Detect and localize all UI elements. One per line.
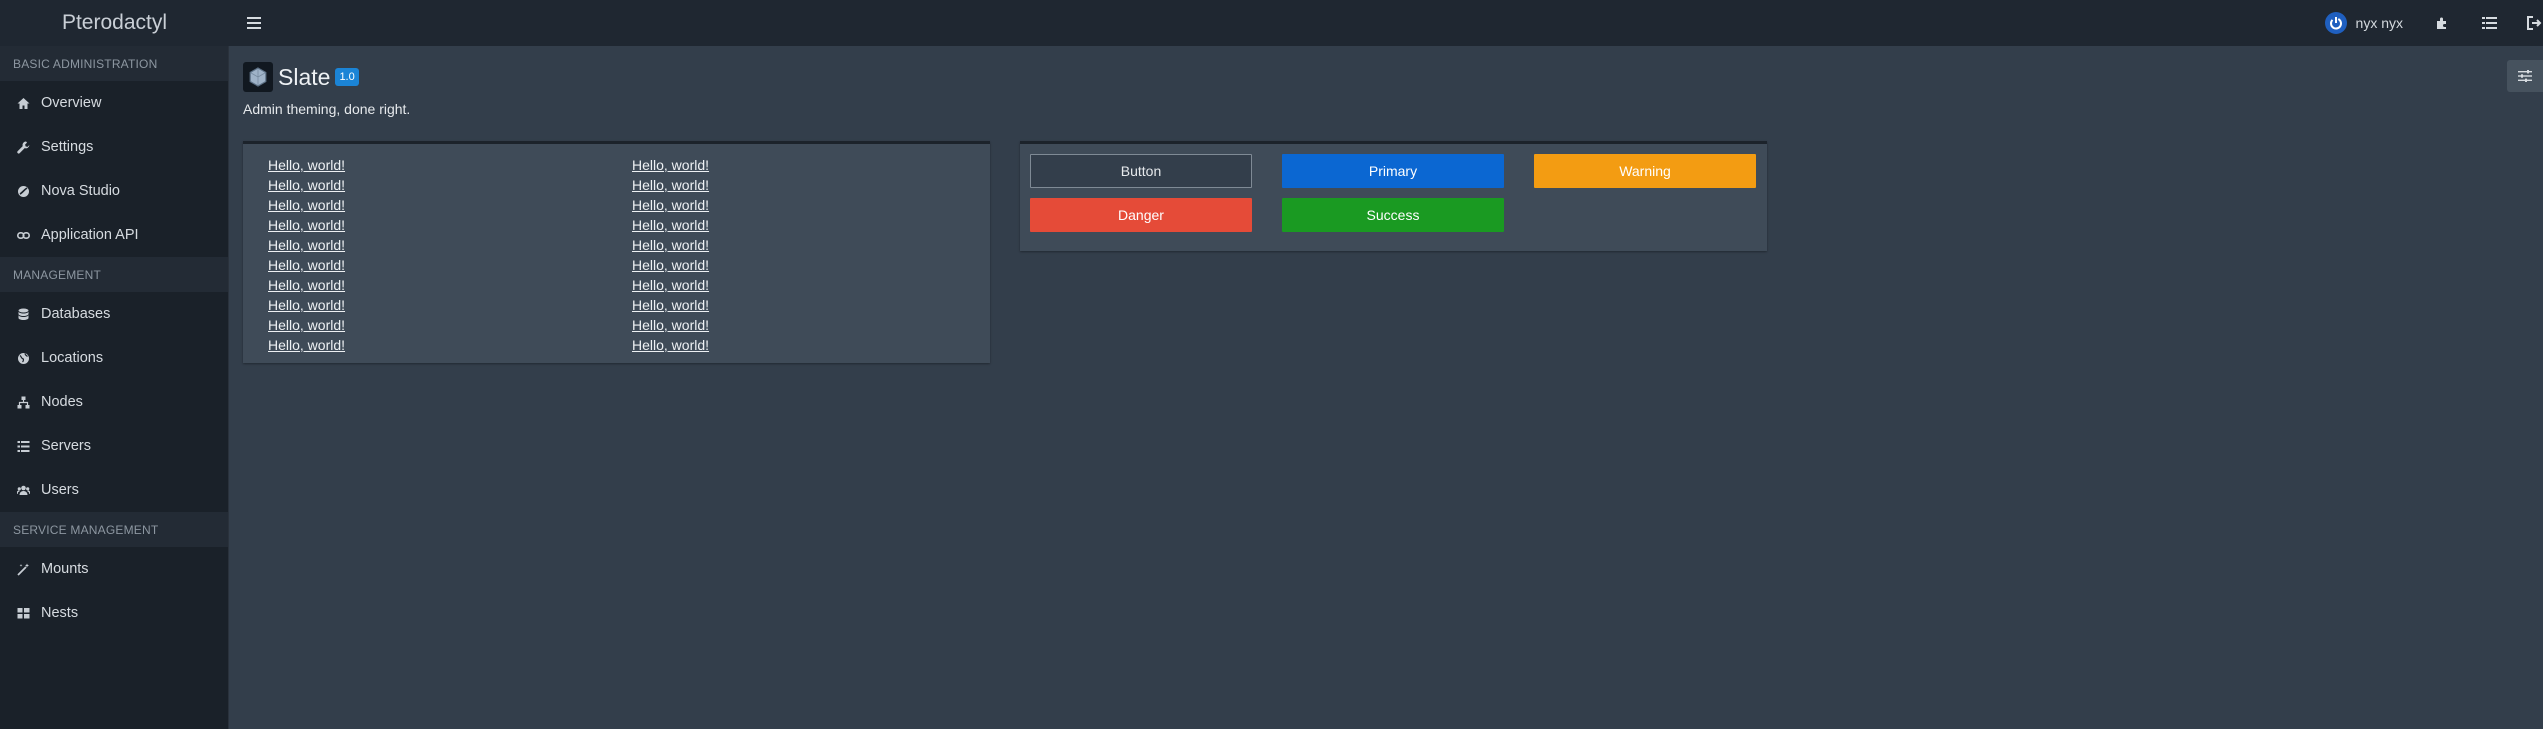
- theme-settings-button[interactable]: [2507, 60, 2543, 92]
- hello-link[interactable]: Hello, world!: [268, 315, 345, 335]
- hello-link[interactable]: Hello, world!: [632, 155, 709, 175]
- sidebar-item-label: Settings: [41, 139, 94, 155]
- sitemap-icon: [16, 395, 31, 410]
- power-icon: [2324, 12, 2347, 34]
- links-column-1: Hello, world! Hello, world! Hello, world…: [268, 155, 345, 355]
- hello-link[interactable]: Hello, world!: [268, 175, 345, 195]
- hello-link[interactable]: Hello, world!: [632, 275, 709, 295]
- grid-icon: [16, 606, 31, 621]
- users-icon: [16, 483, 31, 498]
- hexagon-icon: [243, 62, 273, 92]
- user-name: nyx nyx: [2355, 15, 2403, 31]
- page-title: Slate: [278, 63, 331, 90]
- globe-icon: [16, 351, 31, 366]
- sidebar-item-mounts[interactable]: Mounts: [0, 547, 228, 591]
- sidebar: BASIC ADMINISTRATION Overview Settings N…: [0, 46, 229, 729]
- sidebar-item-users[interactable]: Users: [0, 468, 228, 512]
- sidebar-item-label: Servers: [41, 438, 91, 454]
- hello-link[interactable]: Hello, world!: [632, 175, 709, 195]
- buttons-panel: Button Primary Warning Danger Success: [1020, 141, 1767, 251]
- menu-icon[interactable]: [243, 12, 265, 34]
- sidebar-item-label: Nodes: [41, 394, 83, 410]
- hello-link[interactable]: Hello, world!: [268, 275, 345, 295]
- sidebar-item-locations[interactable]: Locations: [0, 336, 228, 380]
- database-icon: [16, 307, 31, 322]
- sidebar-item-settings[interactable]: Settings: [0, 125, 228, 169]
- hello-link[interactable]: Hello, world!: [268, 255, 345, 275]
- page-subtitle: Admin theming, done right.: [243, 101, 411, 117]
- sidebar-item-nodes[interactable]: Nodes: [0, 380, 228, 424]
- hello-link[interactable]: Hello, world!: [268, 195, 345, 215]
- sidebar-item-label: Overview: [41, 95, 102, 111]
- sidebar-item-label: Locations: [41, 350, 104, 366]
- sidebar-item-label: Databases: [41, 306, 111, 322]
- sidebar-item-databases[interactable]: Databases: [0, 292, 228, 336]
- sidebar-item-nests[interactable]: Nests: [0, 591, 228, 635]
- hello-link[interactable]: Hello, world!: [268, 235, 345, 255]
- links-panel: Hello, world! Hello, world! Hello, world…: [243, 141, 990, 363]
- sidebar-item-label: Users: [41, 482, 79, 498]
- page-header: Slate 1.0: [243, 62, 359, 92]
- success-button[interactable]: Success: [1282, 198, 1504, 232]
- warning-button[interactable]: Warning: [1534, 154, 1756, 188]
- sliders-icon: [2518, 70, 2532, 82]
- section-header-management: MANAGEMENT: [0, 257, 228, 292]
- brush-icon: [16, 184, 31, 199]
- sidebar-item-label: Nests: [41, 605, 79, 621]
- links-column-2: Hello, world! Hello, world! Hello, world…: [632, 155, 709, 355]
- primary-button[interactable]: Primary: [1282, 154, 1504, 188]
- sidebar-item-label: Application API: [41, 227, 139, 243]
- hello-link[interactable]: Hello, world!: [268, 155, 345, 175]
- user-menu[interactable]: nyx nyx: [2324, 12, 2403, 34]
- hello-link[interactable]: Hello, world!: [268, 335, 345, 355]
- logout-icon[interactable]: [2525, 12, 2543, 34]
- hello-link[interactable]: Hello, world!: [632, 235, 709, 255]
- wrench-icon: [16, 140, 31, 155]
- sidebar-item-application-api[interactable]: Application API: [0, 213, 228, 257]
- main-content: Slate 1.0 Admin theming, done right. Hel…: [243, 46, 2543, 729]
- danger-button[interactable]: Danger: [1030, 198, 1252, 232]
- sidebar-item-label: Nova Studio: [41, 183, 120, 199]
- hello-link[interactable]: Hello, world!: [268, 295, 345, 315]
- hello-link[interactable]: Hello, world!: [632, 195, 709, 215]
- sidebar-item-servers[interactable]: Servers: [0, 424, 228, 468]
- hello-link[interactable]: Hello, world!: [632, 255, 709, 275]
- hello-link[interactable]: Hello, world!: [268, 215, 345, 235]
- hello-link[interactable]: Hello, world!: [632, 315, 709, 335]
- brand-logo[interactable]: Pterodactyl: [0, 0, 229, 46]
- hello-link[interactable]: Hello, world!: [632, 335, 709, 355]
- magic-icon: [16, 562, 31, 577]
- hello-link[interactable]: Hello, world!: [632, 295, 709, 315]
- version-badge: 1.0: [335, 68, 359, 86]
- list-icon[interactable]: [2478, 12, 2500, 34]
- section-header-service: SERVICE MANAGEMENT: [0, 512, 228, 547]
- hello-link[interactable]: Hello, world!: [632, 215, 709, 235]
- sidebar-item-nova-studio[interactable]: Nova Studio: [0, 169, 228, 213]
- link-icon: [16, 228, 31, 243]
- home-icon: [16, 96, 31, 111]
- top-navbar: Pterodactyl nyx nyx: [0, 0, 2543, 46]
- server-icon: [16, 439, 31, 454]
- sidebar-item-overview[interactable]: Overview: [0, 81, 228, 125]
- default-button[interactable]: Button: [1030, 154, 1252, 188]
- sidebar-item-label: Mounts: [41, 561, 89, 577]
- puzzle-icon[interactable]: [2431, 12, 2453, 34]
- section-header-basic: BASIC ADMINISTRATION: [0, 46, 228, 81]
